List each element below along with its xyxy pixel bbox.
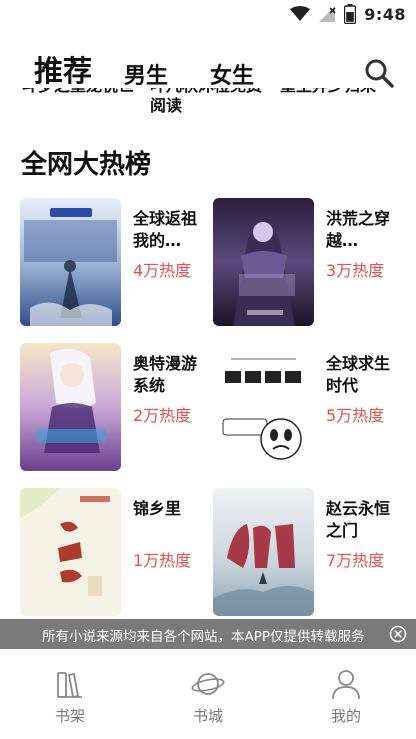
clock: 9:48	[364, 4, 406, 24]
cover-art	[20, 198, 121, 326]
book-title[interactable]: 赵云永恒之门	[326, 498, 396, 542]
tab-recommend[interactable]: 推荐	[34, 48, 92, 90]
book-card[interactable]: 全球返祖我的… 4万热度	[20, 198, 220, 328]
book-card[interactable]: 全球求生时代 5万热度	[213, 343, 413, 473]
book-cover[interactable]	[20, 198, 121, 326]
book-cover[interactable]	[213, 488, 314, 616]
nav-label: 书架	[54, 707, 85, 725]
nav-label: 我的	[330, 707, 361, 725]
book-cover[interactable]	[213, 343, 314, 471]
book-cover[interactable]	[20, 488, 121, 616]
book-heat: 4万热度	[133, 261, 192, 280]
tab-female[interactable]: 女生	[210, 58, 254, 90]
planet-icon	[191, 673, 225, 695]
book-cover[interactable]	[20, 343, 121, 471]
cover-art	[20, 488, 121, 616]
user-icon	[332, 670, 360, 700]
cover-art	[213, 198, 314, 326]
nav-label: 书城	[192, 707, 223, 725]
cover-art	[213, 488, 314, 616]
book-card[interactable]: 洪荒之穿越… 3万热度	[213, 198, 413, 328]
book-heat: 7万热度	[326, 551, 385, 570]
search-icon[interactable]	[362, 56, 396, 90]
nav-profile[interactable]: 我的	[311, 667, 381, 726]
book-card[interactable]: 锦乡里 1万热度	[20, 488, 220, 618]
cover-art	[213, 343, 314, 471]
tab-male[interactable]: 男生	[124, 58, 168, 90]
book-heat: 5万热度	[326, 406, 385, 425]
bottom-nav: 书架 书城 我的	[0, 649, 416, 739]
book-title[interactable]: 全球求生时代	[326, 353, 396, 397]
battery-icon	[344, 4, 357, 24]
close-icon[interactable]	[389, 625, 407, 643]
book-title[interactable]: 锦乡里	[133, 498, 203, 520]
signal-icon	[319, 6, 336, 22]
wifi-icon	[290, 6, 311, 21]
book-heat: 1万热度	[133, 551, 192, 570]
disclaimer-banner: 所有小说来源均来自各个网站，本APP仅提供转载服务	[0, 619, 416, 649]
status-icons: 9:48	[290, 4, 406, 24]
bookshelf-icon	[57, 672, 82, 699]
disclaimer-text: 所有小说来源均来自各个网站，本APP仅提供转载服务	[42, 629, 365, 645]
book-card[interactable]: 赵云永恒之门 7万热度	[213, 488, 413, 618]
scrolled-book-row: 斗罗之重龙祝世 叶凡秋沐橙免费 阅读 重生弃少归来	[0, 88, 416, 120]
book-heat: 2万热度	[133, 406, 192, 425]
book-cover[interactable]	[213, 198, 314, 326]
book-title[interactable]: 奥特漫游系统	[133, 353, 203, 397]
status-bar: 9:48	[0, 0, 416, 30]
list-item[interactable]: 重生弃少归来	[280, 88, 410, 96]
book-heat: 3万热度	[326, 261, 385, 280]
book-title[interactable]: 全球返祖我的…	[133, 208, 203, 252]
nav-bookshelf[interactable]: 书架	[35, 667, 105, 726]
nav-bookstore[interactable]: 书城	[173, 667, 243, 726]
book-title[interactable]: 洪荒之穿越…	[326, 208, 396, 252]
section-title: 全网大热榜	[21, 150, 152, 180]
cover-art	[20, 343, 121, 471]
list-item[interactable]: 叶凡秋沐橙免费 阅读	[150, 88, 280, 116]
book-card[interactable]: 奥特漫游系统 2万热度	[20, 343, 220, 473]
list-item[interactable]: 斗罗之重龙祝世	[22, 88, 152, 96]
